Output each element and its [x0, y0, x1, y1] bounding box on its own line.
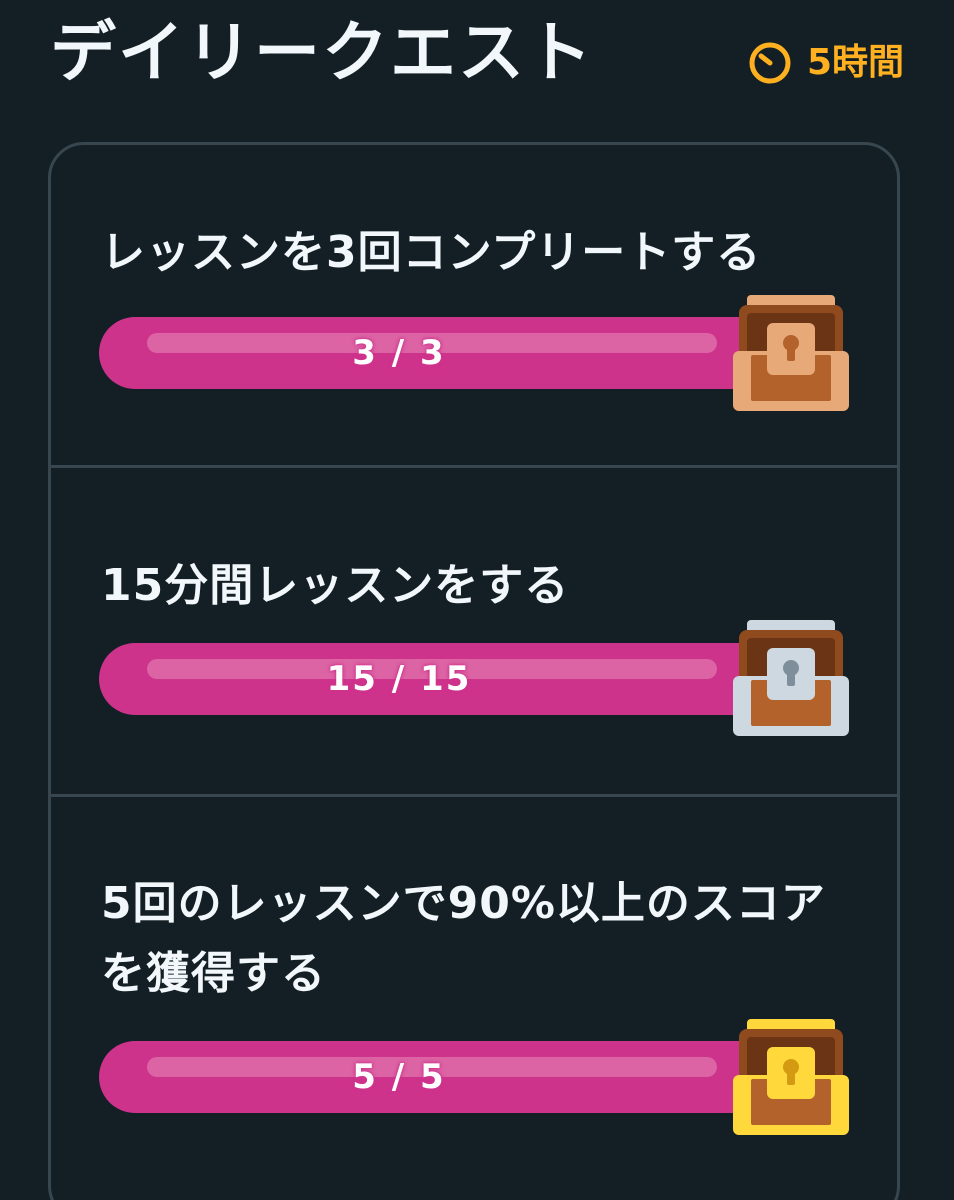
timer-text: 5時間	[806, 42, 904, 83]
progress-label: 15 / 15	[326, 659, 472, 699]
quest-item[interactable]: 5回のレッスンで90%以上のスコアを獲得する 5 / 5	[51, 797, 897, 1197]
progress-bar: 15 / 15	[99, 643, 739, 715]
gold-chest-icon	[733, 1019, 849, 1135]
quest-title: 5回のレッスンで90%以上のスコアを獲得する	[101, 878, 826, 999]
quest-title: 15分間レッスンをする	[101, 560, 570, 611]
progress-bar: 3 / 3	[99, 317, 739, 389]
progress-label: 3 / 3	[352, 333, 446, 373]
quest-item[interactable]: 15分間レッスンをする 15 / 15	[51, 468, 897, 795]
time-remaining: 5時間	[747, 38, 904, 88]
quest-title: レッスンを3回コンプリートする	[101, 227, 762, 278]
progress-bar: 5 / 5	[99, 1041, 739, 1113]
quest-list: レッスンを3回コンプリートする 3 / 3 15分間レッスンをする 15 / 1…	[48, 142, 900, 1200]
daily-quests-screen: デイリークエスト 5時間 レッスンを3回コンプリートする 3 / 3 15分間レ…	[0, 0, 954, 1200]
progress-label: 5 / 5	[352, 1057, 446, 1097]
bronze-chest-icon	[733, 295, 849, 411]
silver-chest-icon	[733, 620, 849, 736]
quest-item[interactable]: レッスンを3回コンプリートする 3 / 3	[51, 145, 897, 467]
page-title: デイリークエスト	[50, 14, 594, 91]
timer-icon	[747, 40, 793, 86]
